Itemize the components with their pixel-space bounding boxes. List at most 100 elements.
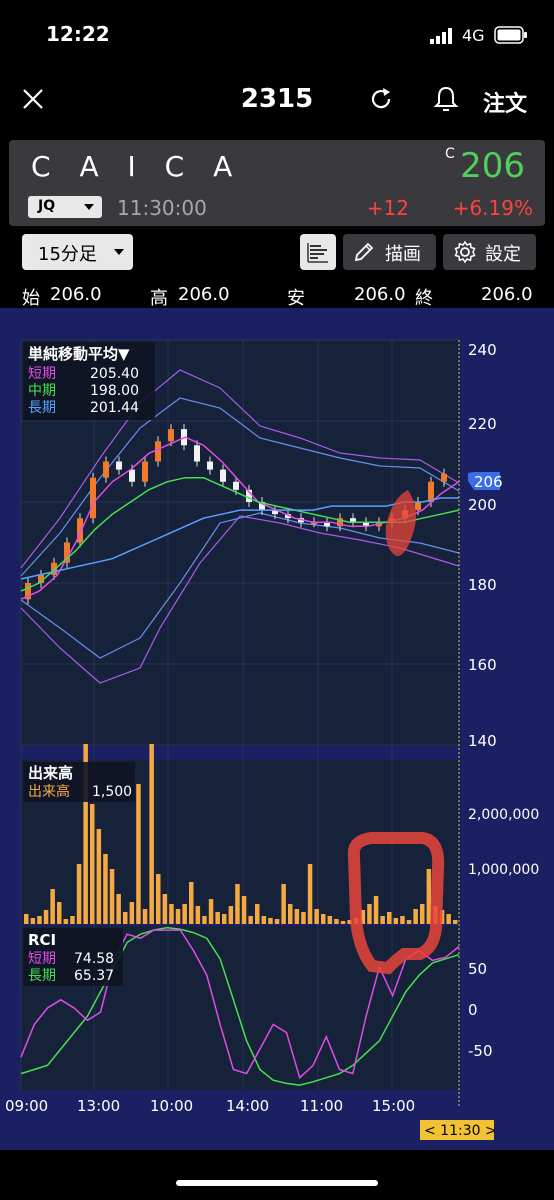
candle-body [90,477,96,519]
market-select[interactable]: JQ [28,196,102,218]
volume-bar [76,864,82,924]
ticker-title: 2315 [240,84,314,114]
candle-body [194,445,200,462]
volume-bar [294,909,300,924]
settings-button[interactable]: 設定 [443,234,536,270]
chart-toolbar: 15分足 描画 設定 [0,234,554,274]
order-button[interactable]: 注文 [483,86,527,118]
ma-short-label: 短期 [28,366,56,382]
volume-bar [248,916,253,924]
volume-bar [400,916,405,924]
price-axis-label: 160 [468,656,497,674]
candle-body [415,502,421,511]
volume-bar [288,904,293,924]
candle-body [116,461,122,470]
chart-area[interactable]: 240 220 200 180 160 140 206 2,000,000 1,… [0,308,554,1150]
volume-bar [142,909,148,924]
volume-bar [453,920,458,924]
price-axis-label: 180 [468,576,497,594]
volume-bar [307,864,313,924]
candle-body [233,481,239,490]
volume-axis-label: 2,000,000 [468,807,539,823]
open-label: 始 [22,288,40,309]
volume-bar [274,919,280,924]
volume-bar [57,902,62,924]
rci-short-value: 74.58 [74,951,114,967]
volume-bar [387,912,392,924]
volume-bar [129,902,135,924]
candle-body [168,429,174,442]
price-tag-value: 206 [474,473,503,491]
volume-bar [169,904,174,924]
chart-canvas[interactable]: 240 220 200 180 160 140 206 2,000,000 1,… [0,308,554,1150]
volume-bar [420,904,425,924]
time-axis-label: 10:00 [150,1097,193,1115]
quote-time: 11:30:00 [117,196,207,220]
volume-bar [50,889,55,924]
price-axis-label: 220 [468,415,497,433]
volume-bar [156,874,161,924]
volume-bar [340,921,346,924]
home-indicator [176,1180,378,1186]
nav-bar: 2315 注文 [0,70,554,130]
volume-bar [175,909,181,924]
candle-body [103,461,109,478]
high-label: 高 [150,288,168,309]
cursor-time-label: < 11:30 > [424,1123,497,1139]
status-time: 12:22 [46,22,110,46]
candle-body [441,473,447,482]
quote-card: C A I C A C 206 JQ 11:30:00 +12 +6.19% [9,140,545,226]
rci-long-label: 長期 [28,968,56,984]
time-axis-label: 09:00 [5,1097,48,1115]
volume-bar [281,884,286,924]
volume-bar [367,904,372,924]
volume-legend-title: 出来高 [28,764,73,782]
draw-label: 描画 [385,244,421,265]
volume-bar [109,869,115,924]
ohlc-row: 始 206.0 高 206.0 安 206.0 終 206.0 [0,282,554,309]
bell-icon[interactable] [433,85,459,113]
candle-body [129,469,135,482]
draw-button[interactable]: 描画 [343,234,436,270]
ma-long-value: 201.44 [90,400,139,416]
close-flag: C [445,146,455,162]
volume-bar [215,912,220,924]
time-axis-label: 15:00 [372,1097,415,1115]
refresh-icon[interactable] [368,86,394,112]
interval-select[interactable]: 15分足 [22,234,133,270]
volume-bar [189,882,194,924]
volume-bar [90,804,95,924]
time-axis-label: 13:00 [77,1097,120,1115]
rci-legend-title: RCI [28,931,56,949]
volume-bar [123,912,128,924]
volume-bar [235,884,240,924]
rci-axis-label: -50 [468,1042,493,1060]
volume-bar [393,918,399,924]
rci-short-label: 短期 [28,951,56,967]
volume-bar [149,744,154,924]
volume-bar [63,919,69,924]
chevron-down-icon [114,249,124,255]
volume-bar [30,918,36,924]
time-axis-label: 14:00 [226,1097,269,1115]
low-label: 安 [287,288,305,309]
settings-label: 設定 [485,244,521,265]
volume-bar [182,904,187,924]
price-axis-label: 200 [468,496,497,514]
battery-icon [494,26,527,44]
volume-bar [70,916,75,924]
ma-legend-title[interactable]: 単純移動平均▼ [28,345,130,363]
company-name: C A I C A [31,150,243,183]
ma-mid-label: 中期 [28,383,56,399]
volume-bar [96,829,102,924]
ma-short-value: 205.40 [90,366,139,382]
indicator-button[interactable] [300,234,336,270]
price-change-pct: +6.19% [452,196,533,220]
volume-bar [314,909,319,924]
chevron-down-icon [84,204,94,210]
volume-label: 出来高 [28,783,70,800]
gear-icon [454,240,476,264]
network-label: 4G [462,26,485,45]
volume-bar [380,916,385,924]
market-label: JQ [38,198,56,214]
